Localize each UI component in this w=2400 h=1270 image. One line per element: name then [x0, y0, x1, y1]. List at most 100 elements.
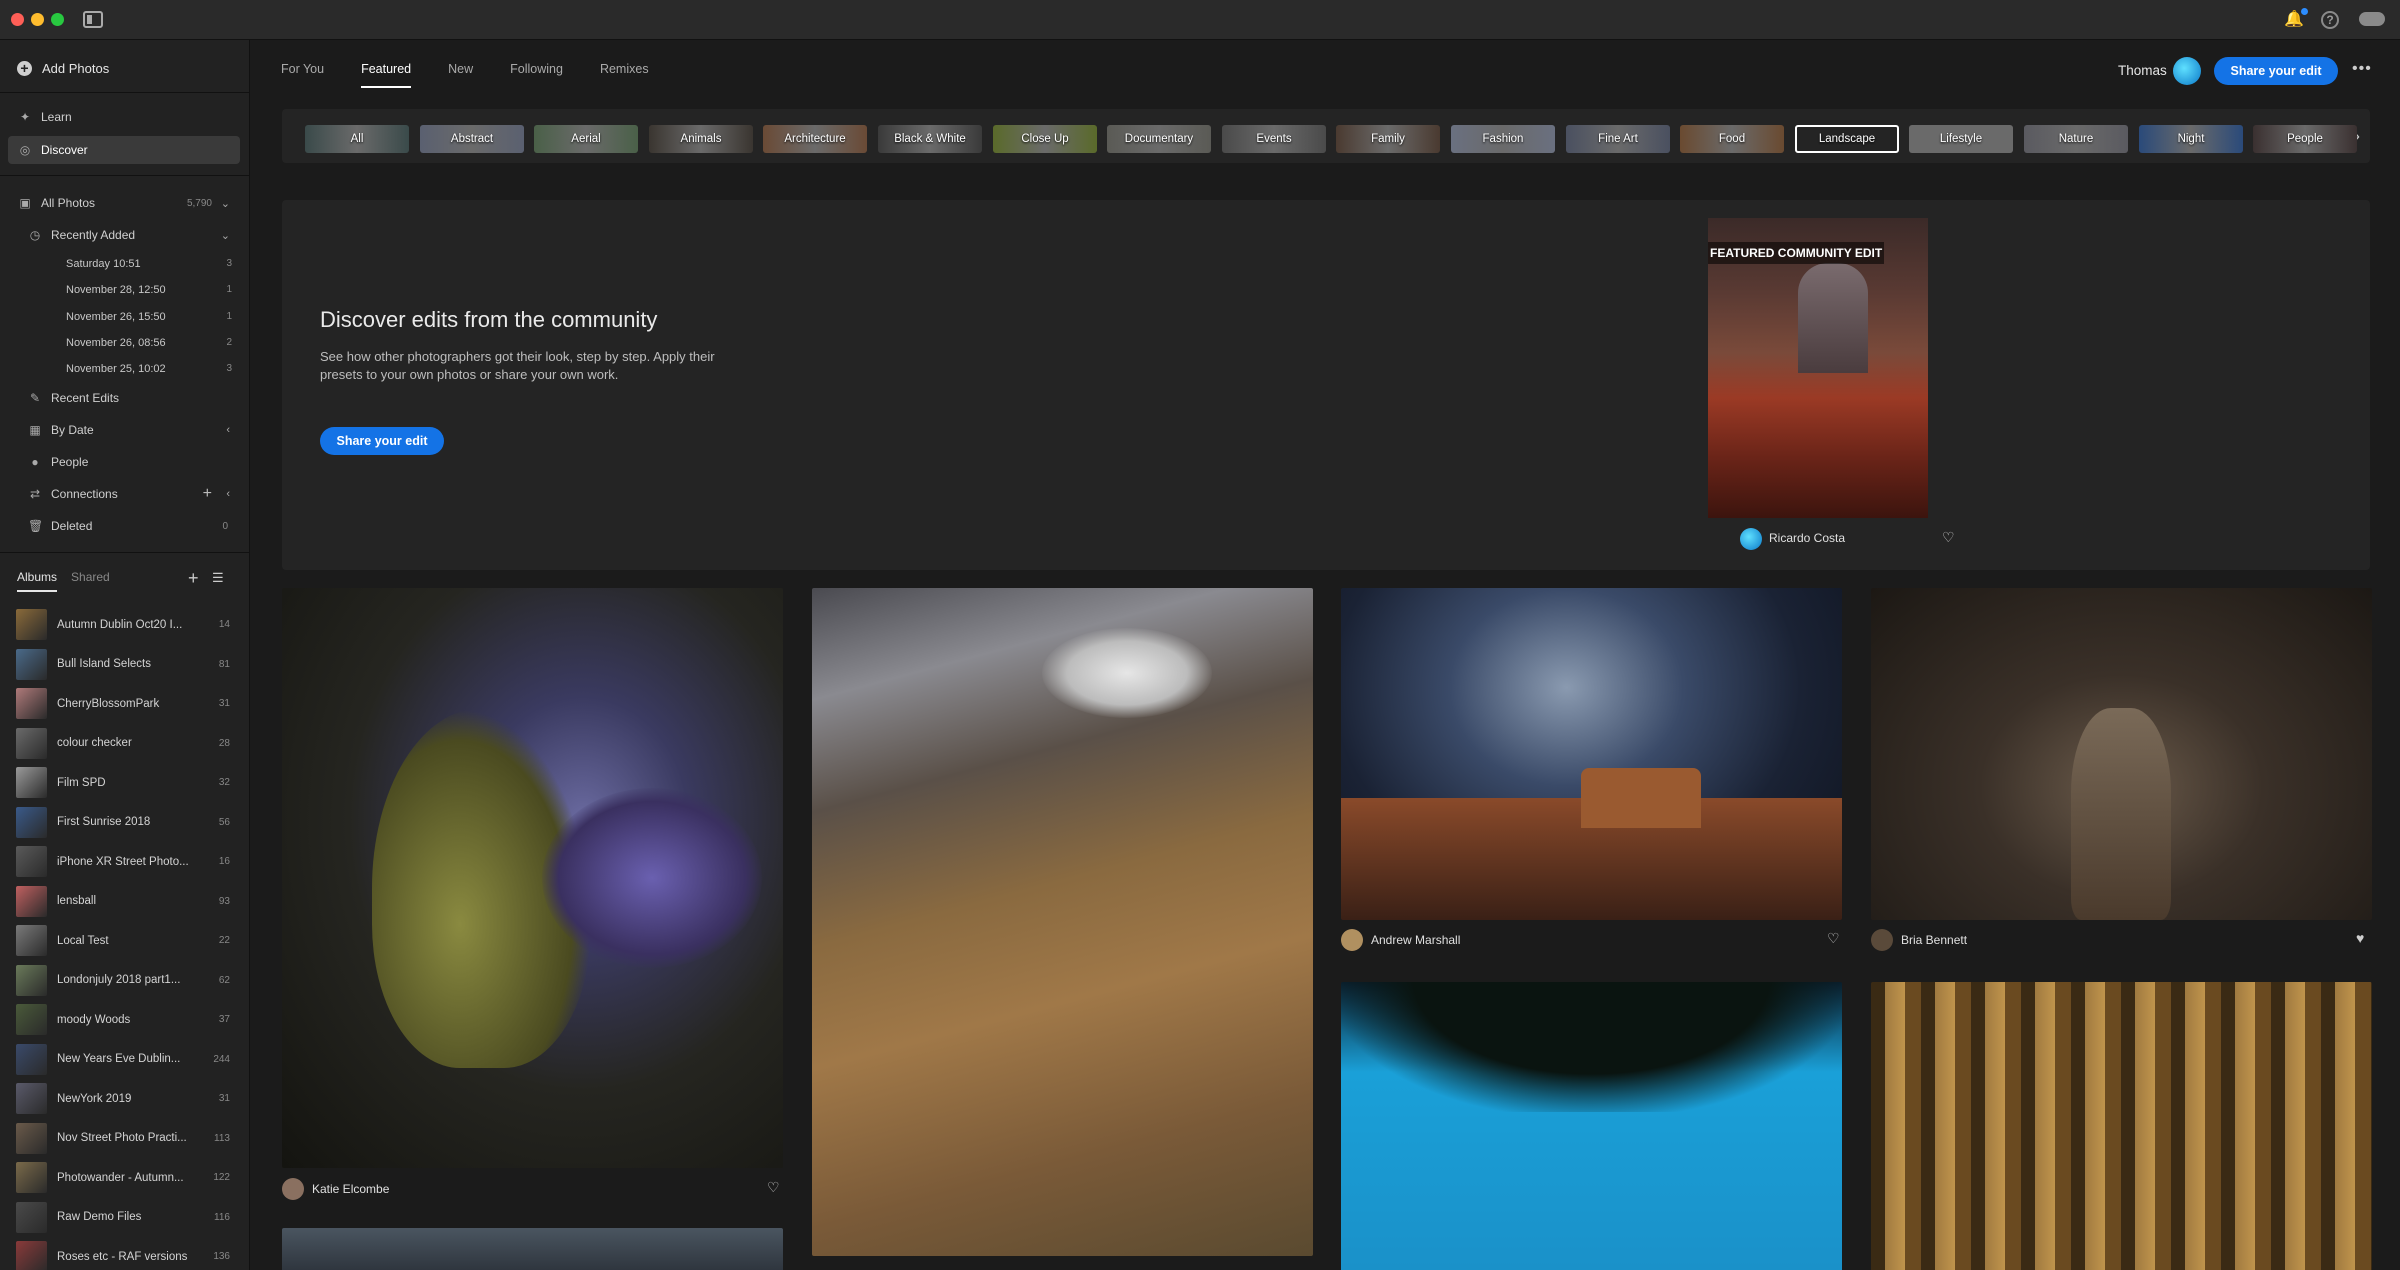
album-list-item[interactable]: colour checker 28 — [0, 724, 249, 764]
deleted-count: 0 — [222, 520, 228, 532]
album-name: moody Woods — [57, 1013, 131, 1026]
sidebar-item-connections[interactable]: ⇄ Connections + ‹ — [8, 480, 240, 508]
photo-card-image[interactable] — [1341, 982, 1842, 1270]
album-list-item[interactable]: NewYork 2019 31 — [0, 1079, 249, 1119]
category-chip[interactable]: Abstract — [420, 125, 524, 153]
photo-card-image[interactable] — [282, 1228, 783, 1270]
hero-share-button[interactable]: Share your edit — [320, 427, 444, 455]
recent-date-count: 3 — [226, 363, 232, 374]
photo-author-row[interactable]: Katie Elcombe — [282, 1178, 389, 1200]
sidebar-item-learn[interactable]: ✦ Learn — [8, 103, 240, 131]
photo-card-image[interactable] — [282, 588, 783, 1168]
sidebar-item-by-date[interactable]: ▦ By Date ‹ — [8, 416, 240, 444]
album-list-item[interactable]: moody Woods 37 — [0, 1000, 249, 1040]
heart-icon[interactable]: ♥ — [2356, 930, 2364, 946]
minimize-window-button[interactable] — [31, 13, 44, 26]
album-list-item[interactable]: New Years Eve Dublin... 244 — [0, 1040, 249, 1080]
album-list-item[interactable]: Bull Island Selects 81 — [0, 645, 249, 685]
chevron-down-icon[interactable]: ⌄ — [221, 229, 230, 242]
category-chip[interactable]: Black & White — [878, 125, 982, 153]
close-window-button[interactable] — [11, 13, 24, 26]
help-icon[interactable]: ? — [2321, 11, 2339, 29]
album-list-item[interactable]: lensball 93 — [0, 882, 249, 922]
cloud-icon[interactable] — [2359, 12, 2385, 26]
heart-icon[interactable]: ♡ — [1942, 529, 1955, 546]
sidebar-item-recently-added[interactable]: ◷ Recently Added ⌄ — [8, 221, 240, 249]
tab-remixes[interactable]: Remixes — [600, 62, 649, 88]
category-chip[interactable]: People — [2253, 125, 2357, 153]
sidebar-item-discover[interactable]: ◎ Discover — [8, 136, 240, 164]
album-thumbnail — [16, 925, 47, 957]
category-chip[interactable]: Documentary — [1107, 125, 1211, 153]
album-list-item[interactable]: Roses etc - RAF versions 136 — [0, 1237, 249, 1270]
recent-date-item[interactable]: November 26, 15:50 1 — [66, 304, 236, 330]
category-chip[interactable]: Night — [2139, 125, 2243, 153]
chevron-left-icon[interactable]: ‹ — [226, 488, 230, 500]
tab-shared[interactable]: Shared — [71, 570, 110, 592]
photo-card-image[interactable] — [1871, 588, 2372, 920]
album-list-item[interactable]: Local Test 22 — [0, 921, 249, 961]
chevron-down-icon[interactable]: ⌄ — [221, 197, 230, 210]
category-chip[interactable]: Animals — [649, 125, 753, 153]
add-album-icon[interactable]: + — [188, 568, 199, 589]
category-chip[interactable]: Fine Art — [1566, 125, 1670, 153]
sidebar-toggle-icon[interactable] — [83, 11, 103, 28]
add-photos-button[interactable]: + Add Photos — [17, 56, 109, 80]
album-list-item[interactable]: Autumn Dublin Oct20 I... 14 — [0, 605, 249, 645]
sidebar-item-label: Recently Added — [51, 228, 136, 242]
photo-card-image[interactable] — [1871, 982, 2372, 1270]
photo-author-name: Katie Elcombe — [312, 1182, 390, 1196]
sidebar-item-people[interactable]: ● People — [8, 448, 240, 476]
recent-date-item[interactable]: November 28, 12:50 1 — [66, 277, 236, 303]
recent-date-item[interactable]: November 25, 10:02 3 — [66, 356, 236, 382]
album-list-item[interactable]: Nov Street Photo Practi... 113 — [0, 1119, 249, 1159]
sidebar-item-all-photos[interactable]: ▣ All Photos 5,790 ⌄ — [8, 189, 240, 217]
category-chip[interactable]: Fashion — [1451, 125, 1555, 153]
avatar[interactable] — [1740, 528, 1762, 550]
tab-new[interactable]: New — [448, 62, 473, 88]
tab-featured[interactable]: Featured — [361, 62, 412, 88]
avatar — [1341, 929, 1363, 951]
featured-author[interactable]: Ricardo Costa — [1769, 531, 1845, 545]
album-list-item[interactable]: iPhone XR Street Photo... 16 — [0, 842, 249, 882]
chevron-left-icon[interactable]: ‹ — [226, 424, 230, 436]
album-list-item[interactable]: Photowander - Autumn... 122 — [0, 1158, 249, 1198]
album-list-item[interactable]: Londonjuly 2018 part1... 62 — [0, 961, 249, 1001]
tab-albums[interactable]: Albums — [17, 570, 58, 592]
album-list-item[interactable]: Film SPD 32 — [0, 763, 249, 803]
album-list-item[interactable]: CherryBlossomPark 31 — [0, 684, 249, 724]
category-chip[interactable]: Aerial — [534, 125, 638, 153]
category-chip[interactable]: Family — [1336, 125, 1440, 153]
photo-card-image[interactable] — [812, 588, 1313, 1256]
heart-icon[interactable]: ♡ — [767, 1179, 780, 1196]
share-edit-button[interactable]: Share your edit — [2214, 57, 2338, 85]
category-chip[interactable]: Landscape — [1795, 125, 1899, 153]
more-horizontal-icon[interactable]: ••• — [2352, 60, 2372, 78]
category-chip[interactable]: Lifestyle — [1909, 125, 2013, 153]
category-chip[interactable]: Close Up — [993, 125, 1097, 153]
heart-icon[interactable]: ♡ — [1827, 930, 1840, 947]
album-list-item[interactable]: First Sunrise 2018 56 — [0, 803, 249, 843]
recent-date-label: November 28, 12:50 — [66, 284, 166, 296]
photo-author-row[interactable]: Bria Bennett — [1871, 929, 1967, 951]
recent-date-item[interactable]: Saturday 10:51 3 — [66, 251, 236, 277]
sidebar: + Add Photos ✦ Learn ◎ Discover ▣ All Ph… — [0, 40, 250, 1270]
photo-card-image[interactable] — [1341, 588, 1842, 920]
add-connection-icon[interactable]: + — [203, 485, 212, 503]
main-content: For You Featured New Following Remixes Thoma… — [251, 40, 2400, 1270]
photo-author-row[interactable]: Andrew Marshall — [1341, 929, 1460, 951]
category-chip[interactable]: Architecture — [763, 125, 867, 153]
sidebar-item-deleted[interactable]: 🗑 Deleted 0 — [8, 512, 240, 540]
album-list-item[interactable]: Raw Demo Files 116 — [0, 1198, 249, 1238]
tab-following[interactable]: Following — [510, 62, 563, 88]
zoom-window-button[interactable] — [51, 13, 64, 26]
tab-for-you[interactable]: For You — [281, 62, 324, 88]
category-chip[interactable]: All — [305, 125, 409, 153]
avatar[interactable] — [2173, 57, 2201, 85]
category-chip[interactable]: Nature — [2024, 125, 2128, 153]
category-chip[interactable]: Food — [1680, 125, 1784, 153]
sidebar-item-recent-edits[interactable]: ✎ Recent Edits — [8, 384, 240, 412]
category-chip[interactable]: Events — [1222, 125, 1326, 153]
sort-icon[interactable]: ☰ — [212, 570, 224, 586]
recent-date-item[interactable]: November 26, 08:56 2 — [66, 330, 236, 356]
